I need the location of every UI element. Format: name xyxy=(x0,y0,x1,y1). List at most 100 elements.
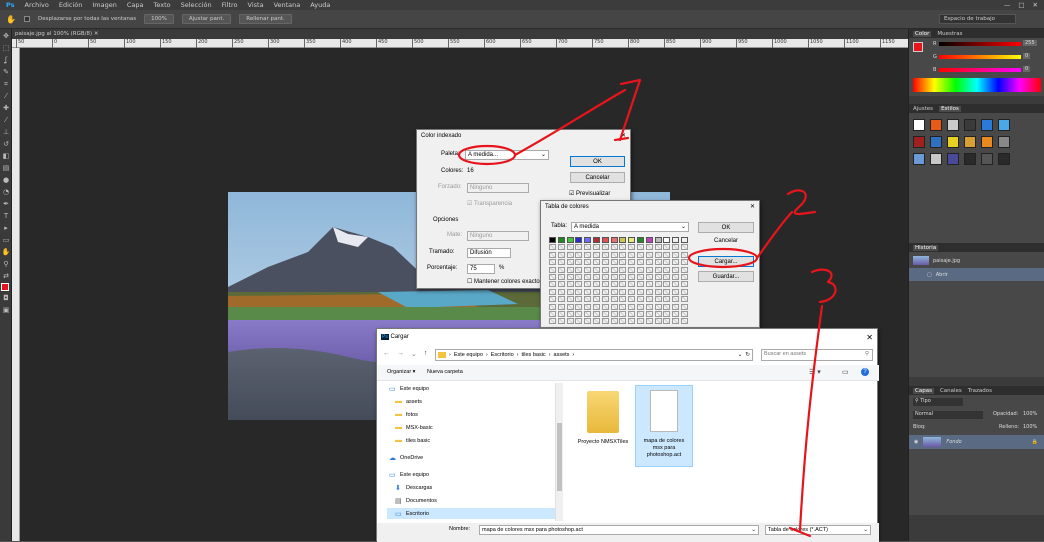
color-cell[interactable] xyxy=(672,303,680,310)
color-cell[interactable] xyxy=(628,251,636,258)
fill-screen-button[interactable]: Rellenar pant. xyxy=(239,14,292,24)
recent-chevron-icon[interactable]: ⌄ xyxy=(411,350,417,358)
address-bar[interactable]: › Este equipo › Escritorio › tiles basic › … xyxy=(435,349,753,361)
move-tool-icon[interactable]: ✥ xyxy=(1,31,11,41)
quick-select-tool-icon[interactable]: ✎ xyxy=(1,67,11,77)
tab-adjustments[interactable]: Ajustes xyxy=(913,106,933,112)
color-cell[interactable] xyxy=(663,274,671,280)
color-cell[interactable] xyxy=(628,311,636,317)
color-cell[interactable] xyxy=(654,311,662,317)
menu-archivo[interactable]: Archivo xyxy=(25,1,49,9)
search-input[interactable]: Buscar en assets ⚲ xyxy=(761,349,873,361)
color-cell[interactable] xyxy=(663,311,671,317)
color-cell[interactable] xyxy=(681,311,688,317)
menu-capa[interactable]: Capa xyxy=(127,1,144,9)
tab-layers[interactable]: Capas xyxy=(913,387,934,394)
color-cell[interactable] xyxy=(628,274,636,280)
view-options-icon[interactable]: ☰ ▾ xyxy=(809,368,821,376)
color-cell[interactable] xyxy=(593,244,600,251)
color-cell[interactable] xyxy=(575,237,583,243)
color-cell[interactable] xyxy=(619,274,627,280)
table-select[interactable]: A medida ⌄ xyxy=(571,222,689,232)
type-tool-icon[interactable]: T xyxy=(1,211,11,221)
color-cell[interactable] xyxy=(575,288,583,295)
color-cell[interactable] xyxy=(628,303,636,310)
color-cell[interactable] xyxy=(672,259,680,266)
new-folder-button[interactable]: Nueva carpeta xyxy=(427,369,463,375)
color-cell[interactable] xyxy=(575,251,583,258)
transparency-checkbox[interactable]: ☑ Transparencia xyxy=(467,200,512,207)
color-cell[interactable] xyxy=(549,318,556,325)
menu-seleccion[interactable]: Selección xyxy=(181,1,212,9)
style-swatch[interactable] xyxy=(930,153,942,165)
color-cell[interactable] xyxy=(681,318,688,325)
eyedropper-tool-icon[interactable]: ⁄ xyxy=(1,91,11,101)
visibility-eye-icon[interactable]: ◉ xyxy=(914,439,918,445)
color-cell[interactable] xyxy=(566,311,574,317)
tab-swatches[interactable]: Muestras xyxy=(937,31,962,37)
gradient-tool-icon[interactable]: ▤ xyxy=(1,163,11,173)
color-cell[interactable] xyxy=(681,259,688,266)
color-table-grid[interactable] xyxy=(549,237,691,327)
tree-item[interactable]: ▤ Documentos xyxy=(387,495,555,506)
color-cell[interactable] xyxy=(645,288,653,295)
color-cell[interactable] xyxy=(654,244,662,251)
workspace-select[interactable]: Espacio de trabajo xyxy=(938,14,1016,24)
color-cell[interactable] xyxy=(619,259,627,266)
color-cell[interactable] xyxy=(610,244,618,251)
color-cell[interactable] xyxy=(654,318,662,325)
color-cell[interactable] xyxy=(584,244,592,251)
menu-imagen[interactable]: Imagen xyxy=(92,1,116,9)
color-cell[interactable] xyxy=(593,237,600,243)
color-cell[interactable] xyxy=(557,259,565,266)
color-cell[interactable] xyxy=(593,288,600,295)
color-cell[interactable] xyxy=(681,288,688,295)
color-cell[interactable] xyxy=(601,259,609,266)
color-cell[interactable] xyxy=(619,251,627,258)
color-cell[interactable] xyxy=(628,318,636,325)
color-cell[interactable] xyxy=(619,296,627,303)
color-cell[interactable] xyxy=(601,288,609,295)
color-cell[interactable] xyxy=(557,251,565,258)
color-cell[interactable] xyxy=(557,296,565,303)
color-cell[interactable] xyxy=(645,281,653,288)
scroll-all-checkbox[interactable] xyxy=(23,16,30,22)
color-cell[interactable] xyxy=(566,281,574,288)
color-cell[interactable] xyxy=(628,237,636,243)
color-cell[interactable] xyxy=(645,251,653,258)
color-cell[interactable] xyxy=(575,303,583,310)
color-cell[interactable] xyxy=(593,281,600,288)
dodge-tool-icon[interactable]: ◔ xyxy=(1,187,11,197)
color-cell[interactable] xyxy=(681,274,688,280)
marquee-tool-icon[interactable]: ⬚ xyxy=(1,43,11,53)
blend-mode-select[interactable]: Normal xyxy=(913,411,983,419)
color-cell[interactable] xyxy=(557,274,565,280)
color-cell[interactable] xyxy=(637,281,644,288)
color-cell[interactable] xyxy=(654,281,662,288)
refresh-icon[interactable]: ↻ xyxy=(745,350,752,360)
table-ok-button[interactable]: OK xyxy=(698,222,754,233)
color-cell[interactable] xyxy=(549,281,556,288)
color-cell[interactable] xyxy=(557,237,565,243)
color-cell[interactable] xyxy=(663,296,671,303)
color-cell[interactable] xyxy=(593,274,600,280)
color-cell[interactable] xyxy=(672,311,680,317)
menu-filtro[interactable]: Filtro xyxy=(222,1,238,9)
color-cell[interactable] xyxy=(654,251,662,258)
g-slider[interactable] xyxy=(939,55,1021,59)
foreground-swatch[interactable] xyxy=(913,42,923,52)
menu-vista[interactable]: Vista xyxy=(248,1,264,9)
color-cell[interactable] xyxy=(628,266,636,273)
file-item-folder[interactable]: Proyecto NMSXTiles xyxy=(577,387,629,467)
color-cell[interactable] xyxy=(637,296,644,303)
color-cell[interactable] xyxy=(663,259,671,266)
colors-value[interactable]: 16 xyxy=(467,168,474,174)
color-cell[interactable] xyxy=(566,251,574,258)
color-cell[interactable] xyxy=(584,318,592,325)
style-swatch[interactable] xyxy=(913,119,925,131)
menu-ayuda[interactable]: Ayuda xyxy=(310,1,330,9)
color-cell[interactable] xyxy=(672,274,680,280)
color-cell[interactable] xyxy=(575,281,583,288)
color-cell[interactable] xyxy=(663,318,671,325)
r-slider[interactable] xyxy=(939,42,1021,46)
